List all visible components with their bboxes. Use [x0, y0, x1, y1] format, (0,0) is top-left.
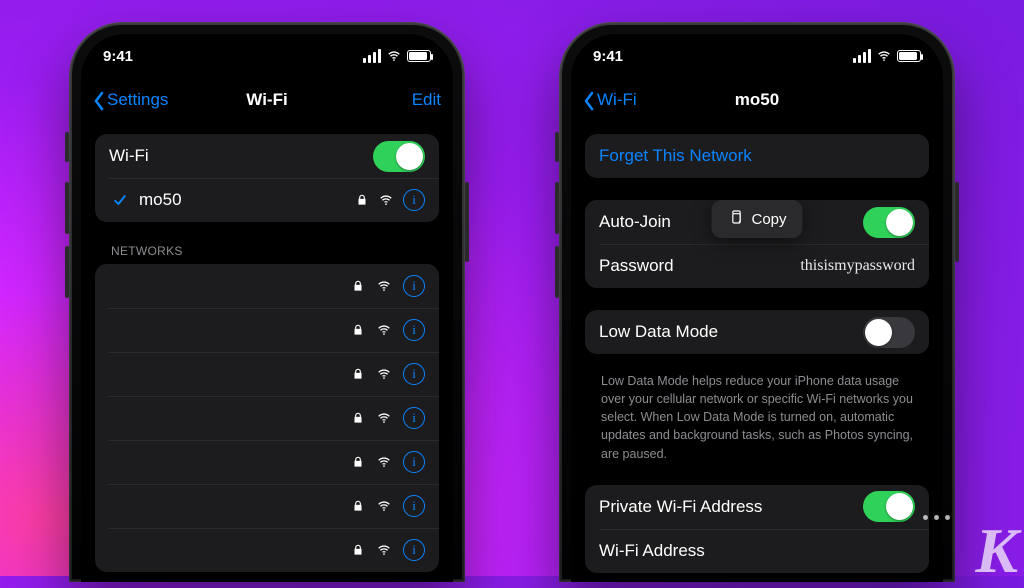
nav-bar: Settings Wi-Fi Edit [81, 78, 453, 122]
network-row[interactable] [95, 396, 439, 440]
side-button [955, 182, 959, 262]
lock-icon [351, 543, 365, 557]
wifi-icon [377, 323, 391, 337]
network-row[interactable] [95, 264, 439, 308]
network-row[interactable] [95, 528, 439, 572]
wifi-status-icon [387, 49, 401, 63]
volume-up-button [65, 182, 69, 234]
lock-icon [351, 499, 365, 513]
lock-icon [351, 411, 365, 425]
wifi-toggle-row[interactable]: Wi-Fi [95, 134, 439, 178]
auto-join-label: Auto-Join [599, 212, 671, 232]
chevron-left-icon [583, 91, 595, 109]
password-label: Password [599, 256, 674, 276]
info-button[interactable] [403, 363, 425, 385]
watermark-k: K [975, 514, 1016, 588]
nav-bar: Wi-Fi mo50 [571, 78, 943, 122]
volume-up-button [555, 182, 559, 234]
networks-header: NETWORKS [95, 244, 439, 264]
wifi-icon [379, 193, 393, 207]
wifi-address-row[interactable]: Wi-Fi Address [585, 529, 929, 573]
phone-left: 9:41 Settings Wi-Fi Edit [69, 22, 465, 582]
network-row[interactable] [95, 352, 439, 396]
addressing-group: Private Wi-Fi Address Wi-Fi Address [585, 485, 929, 573]
copy-label: Copy [751, 211, 786, 228]
side-button [465, 182, 469, 262]
wifi-status-icon [877, 49, 891, 63]
password-value: thisismypassword [800, 257, 915, 275]
forget-group: Forget This Network [585, 134, 929, 178]
info-button[interactable] [403, 451, 425, 473]
battery-icon [407, 50, 431, 62]
screen-network-detail: 9:41 Wi-Fi mo50 [571, 34, 943, 582]
wifi-toggle-label: Wi-Fi [109, 146, 149, 166]
low-data-row[interactable]: Low Data Mode [585, 310, 929, 354]
connected-network-name: mo50 [139, 190, 182, 210]
back-label: Wi-Fi [597, 90, 637, 110]
wifi-toggle-switch[interactable] [373, 141, 425, 172]
private-address-row[interactable]: Private Wi-Fi Address [585, 485, 929, 529]
info-button[interactable] [403, 539, 425, 561]
info-button[interactable] [403, 319, 425, 341]
lock-icon [351, 323, 365, 337]
password-row[interactable]: Copy Password thisismypassword [585, 244, 929, 288]
wifi-icon [377, 279, 391, 293]
watermark-dots [923, 515, 950, 520]
network-row[interactable] [95, 308, 439, 352]
checkmark-icon [109, 192, 131, 208]
volume-down-button [555, 246, 559, 298]
forget-network-label: Forget This Network [599, 146, 752, 166]
content-network-detail: Forget This Network Auto-Join [571, 122, 943, 582]
low-data-footer: Low Data Mode helps reduce your iPhone d… [585, 364, 929, 463]
lock-icon [351, 367, 365, 381]
status-bar: 9:41 [81, 34, 453, 78]
phone-right: 9:41 Wi-Fi mo50 [559, 22, 955, 582]
copy-callout[interactable]: Copy [711, 200, 802, 238]
low-data-switch[interactable] [863, 317, 915, 348]
info-button[interactable] [403, 495, 425, 517]
info-button[interactable] [403, 407, 425, 429]
low-data-label: Low Data Mode [599, 322, 718, 342]
auto-join-switch[interactable] [863, 207, 915, 238]
private-address-label: Private Wi-Fi Address [599, 497, 762, 517]
networks-group [95, 264, 439, 572]
wifi-toggle-group: Wi-Fi mo50 [95, 134, 439, 222]
connected-network-row[interactable]: mo50 [95, 178, 439, 222]
network-row[interactable] [95, 484, 439, 528]
wifi-icon [377, 499, 391, 513]
info-button[interactable] [403, 275, 425, 297]
lock-icon [355, 193, 369, 207]
copy-on-clipboard-icon [727, 209, 743, 229]
chevron-left-icon [93, 91, 105, 109]
info-button[interactable] [403, 189, 425, 211]
back-button[interactable]: Wi-Fi [583, 90, 637, 110]
cellular-signal-icon [853, 49, 871, 63]
wifi-icon [377, 543, 391, 557]
lock-icon [351, 455, 365, 469]
back-button[interactable]: Settings [93, 90, 168, 110]
lock-icon [351, 279, 365, 293]
cellular-signal-icon [363, 49, 381, 63]
forget-network-button[interactable]: Forget This Network [585, 134, 929, 178]
status-time: 9:41 [593, 48, 623, 65]
volume-down-button [65, 246, 69, 298]
battery-icon [897, 50, 921, 62]
screen-wifi-list: 9:41 Settings Wi-Fi Edit [81, 34, 453, 582]
join-password-group: Auto-Join Copy Password this [585, 200, 929, 288]
wifi-icon [377, 455, 391, 469]
mute-switch [555, 132, 559, 162]
content-wifi-list: Wi-Fi mo50 [81, 122, 453, 582]
status-time: 9:41 [103, 48, 133, 65]
private-address-switch[interactable] [863, 491, 915, 522]
low-data-group: Low Data Mode [585, 310, 929, 354]
status-bar: 9:41 [571, 34, 943, 78]
back-label: Settings [107, 90, 168, 110]
wifi-address-label: Wi-Fi Address [599, 541, 705, 561]
network-row[interactable] [95, 440, 439, 484]
mute-switch [65, 132, 69, 162]
wifi-icon [377, 367, 391, 381]
wifi-icon [377, 411, 391, 425]
edit-button[interactable]: Edit [412, 90, 441, 110]
